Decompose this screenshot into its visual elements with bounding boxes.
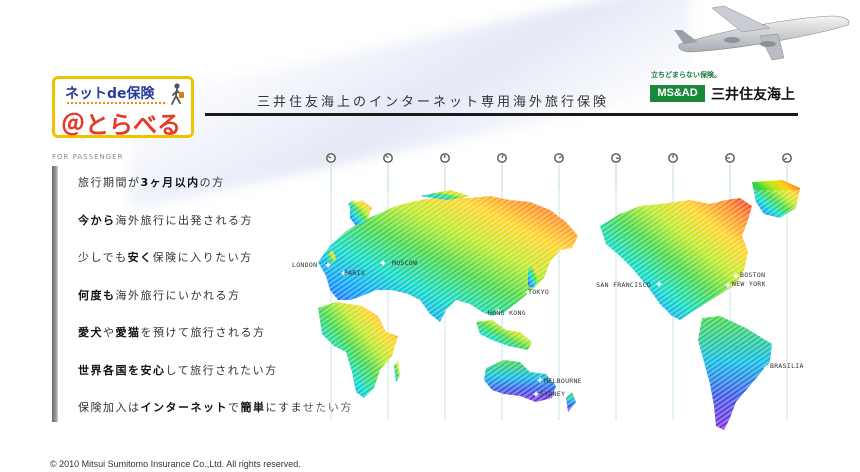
city-marker[interactable]: MELBOURNE [537,377,582,385]
menu-item-text: 海外旅行にいかれる方 [115,288,241,302]
city-label: BRASILIA [770,362,804,370]
torabel-logo[interactable]: ネットde保険 ＠とらべる [52,76,194,139]
city-label: HONG KONG [488,309,526,317]
clock-icon [383,153,393,163]
city-label: NEW YORK [732,280,766,288]
menu-accent-bar [52,166,58,422]
menu-item-text: 何度も [78,288,116,302]
clock-icon [497,153,507,163]
stripe-overlay [300,190,820,440]
copyright-footer: © 2010 Mitsui Sumitomo Insurance Co.,Ltd… [50,459,301,469]
logo-subtitle: ネットde保険 [65,86,155,102]
clock-icon [554,153,564,163]
site-tagline: 三井住友海上のインターネット専用海外旅行保険 [257,94,610,109]
brand-slogan: 立ちどまらない保険。 [651,71,721,79]
menu-item-text: 世界各国を安心 [78,363,166,377]
header-divider [205,113,798,116]
city-label: PARIS [344,269,365,277]
city-label: LONDON [292,261,317,269]
section-label: FOR PASSENGER [52,153,124,161]
company-name[interactable]: 三井住友海上 [711,84,795,104]
menu-item-text: 愛犬 [78,326,103,339]
city-label: MOSCOW [392,259,417,267]
menu-item-text: 保険に入りたい方 [152,251,253,264]
clock-icon [668,153,678,163]
clock-icon [440,153,450,163]
city-marker[interactable]: BRASILIA [763,362,804,371]
menu-item-text: 簡単 [240,401,266,414]
clock-icon [725,153,735,163]
menu-item-text: 保険加入は [78,401,141,414]
menu-item-text: 安く [127,251,153,264]
clock-icon [611,153,621,163]
menu-item-text: を預けて旅行される方 [140,326,266,339]
city-marker[interactable]: PARIS [341,269,366,277]
menu-item-text: の方 [199,176,225,189]
menu-item-text: 少しでも [78,251,128,264]
menu-item-text: 旅行期間が [78,176,141,189]
menu-item-text: で [228,401,241,414]
menu-item-text: 今から [78,213,116,227]
walking-person-icon [171,83,184,105]
logo-title: ＠とらべる [61,111,181,139]
city-marker[interactable]: NEW YORK [725,280,766,288]
menu-item-text: 3ヶ月以内 [140,176,200,189]
city-marker[interactable]: TOKYO [525,288,550,296]
city-marker[interactable]: HONG KONG [488,308,526,318]
city-label: BOSTON [740,271,765,279]
clock-icon [782,153,792,163]
clock-icon [326,153,336,163]
airplane-image [674,5,850,61]
city-label: SAN FRANCISCO [596,281,651,289]
world-map: LONDON PARIS MOSCOW TOKYO HONG KONG SAN FRANC… [292,153,820,440]
city-label: MELBOURNE [544,377,582,385]
city-label: TOKYO [528,288,549,296]
city-label: SYDNEY [540,390,565,398]
menu-item-text: インターネット [140,401,228,414]
menu-item-text: して旅行されたい方 [165,363,278,377]
menu-item-text: 海外旅行に出発される方 [115,213,253,227]
menu-item-text: 愛猫 [115,326,141,339]
msad-logo[interactable]: MS&AD [650,85,705,102]
menu-item-text: や [103,326,116,339]
logo-divider [67,102,165,104]
